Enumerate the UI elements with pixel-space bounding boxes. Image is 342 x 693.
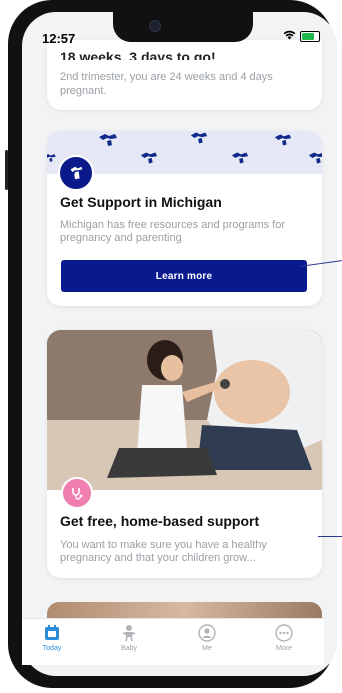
pregnancy-subtitle: 2nd trimester, you are 24 weeks and 4 da… bbox=[60, 71, 273, 97]
pregnancy-countdown-title: 18 weeks, 3 days to go! bbox=[60, 50, 216, 60]
michigan-shape-icon bbox=[190, 132, 208, 144]
michigan-shape-icon bbox=[140, 152, 158, 164]
tab-more[interactable]: More bbox=[254, 624, 314, 652]
home-support-title: Get free, home-based support bbox=[60, 513, 260, 529]
michigan-support-card[interactable]: Get Support in Michigan Michigan has fre… bbox=[47, 131, 322, 306]
michigan-badge-icon bbox=[58, 155, 94, 191]
annotation-line bbox=[318, 536, 342, 537]
michigan-card-title: Get Support in Michigan bbox=[60, 194, 222, 210]
michigan-shape-icon bbox=[47, 154, 56, 162]
wifi-icon bbox=[283, 30, 296, 43]
tab-today[interactable]: Today bbox=[22, 624, 82, 652]
notch bbox=[113, 12, 253, 42]
michigan-shape-icon bbox=[99, 134, 117, 146]
michigan-card-description: Michigan has free resources and programs… bbox=[60, 219, 285, 244]
tab-me-label: Me bbox=[202, 645, 212, 652]
status-time: 12:57 bbox=[42, 31, 76, 46]
michigan-shape-icon bbox=[274, 134, 292, 146]
michigan-shape-icon bbox=[231, 152, 249, 164]
calendar-icon bbox=[43, 624, 61, 642]
learn-more-button[interactable]: Learn more bbox=[61, 260, 307, 292]
tab-today-label: Today bbox=[42, 645, 62, 652]
home-support-card[interactable]: Get free, home-based support You want to… bbox=[47, 330, 322, 578]
mother-child-photo bbox=[47, 330, 322, 490]
tab-me[interactable]: Me bbox=[177, 624, 237, 652]
battery-icon bbox=[300, 31, 320, 42]
tab-baby-label: Baby bbox=[121, 645, 137, 652]
status-icons bbox=[283, 30, 320, 43]
home-support-description: You want to make sure you have a healthy… bbox=[60, 539, 267, 564]
person-icon bbox=[198, 624, 216, 642]
tab-baby[interactable]: Baby bbox=[99, 624, 159, 652]
front-camera bbox=[149, 20, 161, 32]
tab-bar: Today Baby Me More bbox=[22, 618, 324, 665]
michigan-shape-icon bbox=[308, 152, 322, 164]
pregnancy-progress-card[interactable]: 18 weeks, 3 days to go! 2nd trimester, y… bbox=[47, 40, 322, 110]
stethoscope-badge-icon bbox=[61, 477, 93, 509]
more-icon bbox=[275, 624, 293, 642]
tab-more-label: More bbox=[276, 645, 292, 652]
baby-icon bbox=[120, 624, 138, 642]
